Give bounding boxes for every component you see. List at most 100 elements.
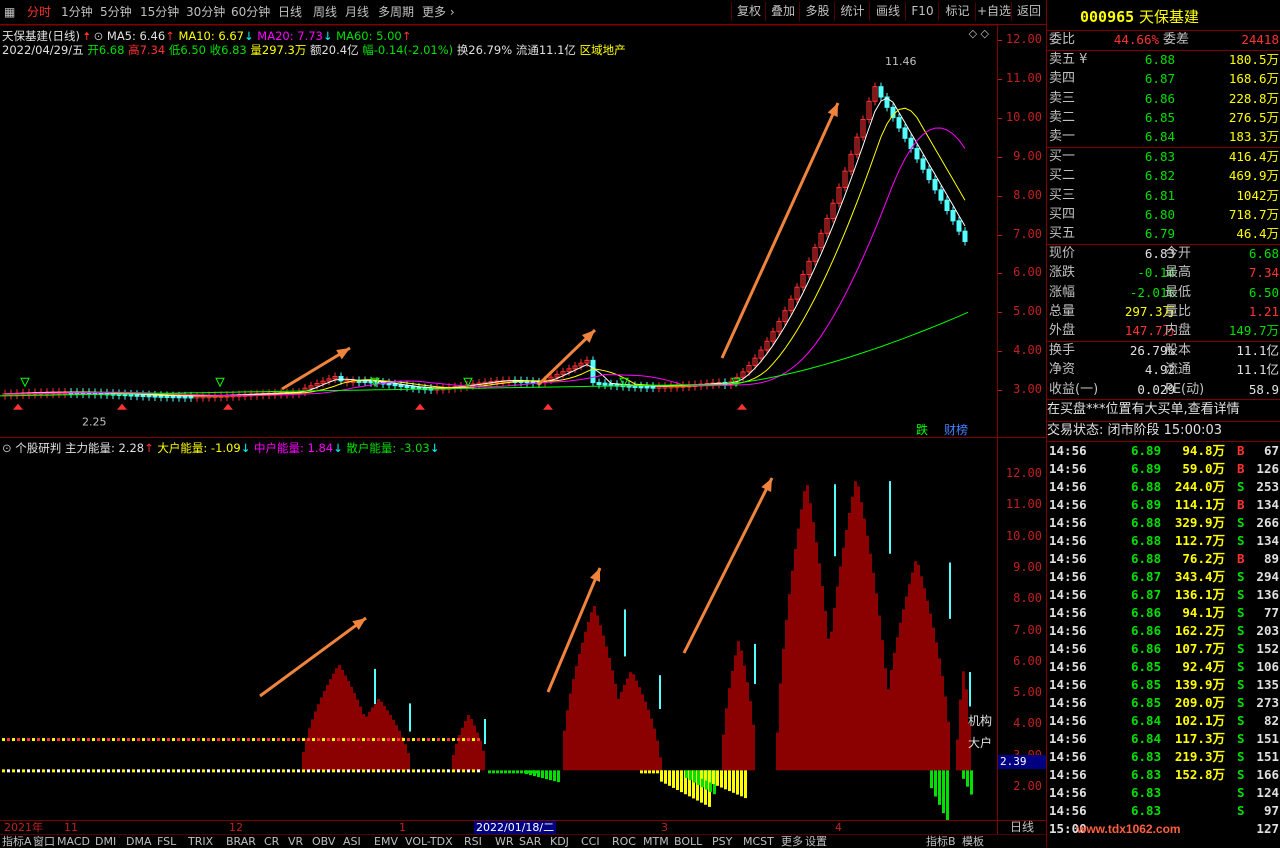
indicator-tab-25[interactable]: 设置 (805, 835, 827, 848)
indicator-chart[interactable]: ⊙ 个股研判 主力能量: 2.28↑ 大户能量: -1.09↓ 中户能量: 1.… (0, 438, 997, 820)
price-tick: 8.00 (1013, 187, 1042, 202)
tick-price: 6.89 (1131, 497, 1162, 512)
time-tick: 1 (399, 821, 406, 834)
indicator-tab-27[interactable]: 模板 (962, 835, 984, 848)
indicator-tab-5[interactable]: FSL (157, 835, 176, 848)
big-order-notice[interactable]: 在买盘***位置有大买单,查看详情 (1047, 401, 1280, 419)
toolbar-button-3[interactable]: 统计 (834, 2, 870, 21)
indicator-tab-20[interactable]: MTM (643, 835, 669, 848)
level-dot (32, 769, 35, 773)
indicator-tab-19[interactable]: ROC (612, 835, 636, 848)
tick-volume: 329.9万 (1174, 515, 1225, 530)
toolbar-button-7[interactable]: +自选 (975, 2, 1012, 21)
kline-chart[interactable]: 天保基建(日线) 🠅 ⊙ MA5: 6.46↑ MA10: 6.67↓ MA20… (0, 25, 997, 437)
level-dot (347, 738, 350, 742)
level-dot (442, 738, 445, 742)
ask-volume: 168.6万 (1228, 71, 1279, 87)
indicator-tab-10[interactable]: OBV (312, 835, 335, 848)
toolbar-button-6[interactable]: 标记 (938, 2, 976, 21)
ask-row[interactable]: 卖四 6.87 168.6万 (1047, 70, 1280, 88)
period-tab-8[interactable]: 月线 (345, 3, 369, 21)
tick-time: 14:56 (1049, 443, 1087, 458)
indicator-tab-24[interactable]: 更多 (781, 835, 803, 848)
indicator-tab-4[interactable]: DMA (126, 835, 152, 848)
energy-bar (923, 588, 926, 771)
toolbar-button-0[interactable]: 复权 (731, 2, 766, 21)
ask-label: 卖二 (1049, 109, 1076, 125)
indicator-tab-16[interactable]: SAR (519, 835, 541, 848)
toolbar-button-2[interactable]: 多股 (799, 2, 835, 21)
indicator-tab-15[interactable]: WR (495, 835, 514, 848)
negative-energy-bar (648, 770, 651, 774)
bid-row[interactable]: 买四 6.80 718.7万 (1047, 206, 1280, 224)
period-label[interactable]: 日线 (997, 820, 1046, 834)
indicator-tab-26[interactable]: 指标B (926, 835, 956, 848)
tick-volume: 219.3万 (1174, 749, 1225, 764)
period-tab-10[interactable]: 更多 › (422, 3, 455, 21)
die-label[interactable]: 跌 (916, 421, 928, 438)
indicator-tab-14[interactable]: RSI (464, 835, 482, 848)
grid-menu-icon[interactable]: ▦ (4, 3, 15, 21)
indicator-tab-9[interactable]: VR (288, 835, 303, 848)
tick-side: S (1237, 677, 1245, 692)
level-dot (102, 769, 105, 773)
energy-bar (959, 699, 962, 771)
ask-row[interactable]: 卖五 ¥ 6.88 180.5万 (1047, 51, 1280, 69)
indicator-tab-7[interactable]: BRAR (226, 835, 256, 848)
tick-row: 14:56 6.88 76.2万 B 89 (1047, 550, 1280, 568)
indicator-tab-0[interactable]: 指标A (2, 835, 32, 848)
period-tab-4[interactable]: 30分钟 (186, 3, 225, 21)
period-tab-5[interactable]: 60分钟 (231, 3, 270, 21)
ask-row[interactable]: 卖二 6.85 276.5万 (1047, 109, 1280, 127)
bid-row[interactable]: 买五 6.79 46.4万 (1047, 225, 1280, 243)
indicator-tab-11[interactable]: ASI (343, 835, 361, 848)
level-dot (457, 738, 460, 742)
level-dot (122, 738, 125, 742)
tick-time: 14:56 (1049, 695, 1087, 710)
indicator-tab-8[interactable]: CR (264, 835, 279, 848)
period-tab-0[interactable]: 分时 (27, 3, 51, 21)
indicator-tab-17[interactable]: KDJ (550, 835, 569, 848)
period-tab-9[interactable]: 多周期 (378, 3, 414, 21)
negative-energy-bar (541, 770, 544, 779)
stat-label: 净资 (1049, 362, 1076, 378)
level-dot (282, 738, 285, 742)
toolbar-button-5[interactable]: F10 (905, 2, 939, 21)
energy-bar (473, 725, 476, 771)
level-dot (227, 738, 230, 742)
tick-row: 14:56 6.87 136.1万 S 136 (1047, 586, 1280, 604)
ask-row[interactable]: 卖三 6.86 228.8万 (1047, 90, 1280, 108)
bid-volume: 469.9万 (1228, 168, 1279, 184)
indicator-tick: 11.00 (1005, 497, 1042, 512)
period-tab-7[interactable]: 周线 (313, 3, 337, 21)
period-tab-2[interactable]: 5分钟 (100, 3, 132, 21)
indicator-tab-3[interactable]: DMI (95, 835, 116, 848)
period-tab-3[interactable]: 15分钟 (140, 3, 179, 21)
chart-options-icon[interactable]: ◇ ◇ (969, 27, 989, 40)
indicator-tab-18[interactable]: CCI (581, 835, 600, 848)
period-tab-1[interactable]: 1分钟 (61, 3, 93, 21)
indicator-tab-22[interactable]: PSY (712, 835, 732, 848)
caibang-label[interactable]: 财榜 (944, 421, 968, 438)
tick-row: 14:56 6.87 343.4万 S 294 (1047, 568, 1280, 586)
indicator-tab-6[interactable]: TRIX (188, 835, 213, 848)
indicator-tab-12[interactable]: EMV (374, 835, 398, 848)
level-dot (317, 738, 320, 742)
toolbar-button-1[interactable]: 叠加 (765, 2, 800, 21)
level-dot (347, 769, 350, 773)
bid-row[interactable]: 买三 6.81 1042万 (1047, 187, 1280, 205)
toolbar-button-8[interactable]: 返回 (1011, 2, 1046, 21)
indicator-tab-23[interactable]: MCST (743, 835, 774, 848)
indicator-tab-2[interactable]: MACD (57, 835, 90, 848)
bid-row[interactable]: 买一 6.83 416.4万 (1047, 148, 1280, 166)
toolbar-button-4[interactable]: 画线 (869, 2, 906, 21)
indicator-tab-1[interactable]: 窗口 (33, 835, 55, 848)
level-dot (382, 769, 385, 773)
bid-row[interactable]: 买二 6.82 469.9万 (1047, 167, 1280, 185)
period-tab-6[interactable]: 日线 (278, 3, 302, 21)
trend-arrow (259, 616, 367, 698)
indicator-tab-13[interactable]: VOL-TDX (405, 835, 453, 848)
energy-bar (326, 684, 329, 771)
ask-row[interactable]: 卖一 6.84 183.3万 (1047, 128, 1280, 146)
indicator-tab-21[interactable]: BOLL (674, 835, 702, 848)
